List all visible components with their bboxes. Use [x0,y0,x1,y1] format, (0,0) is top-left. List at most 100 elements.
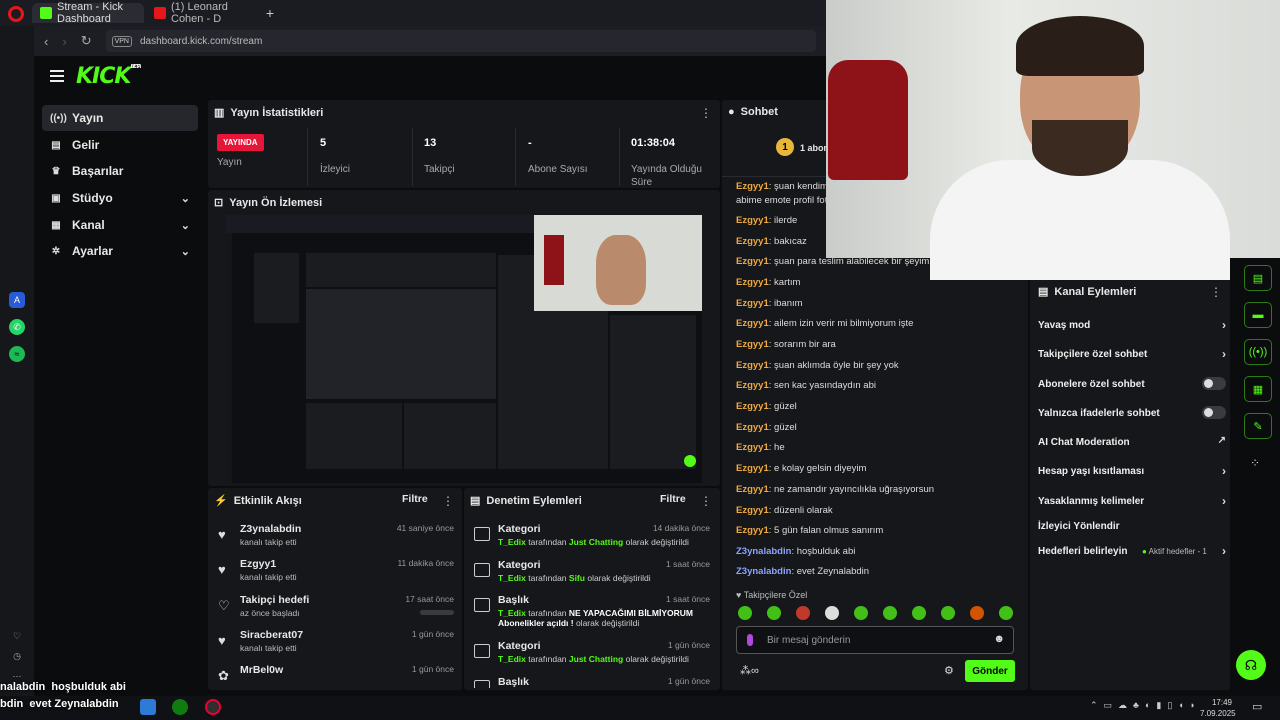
broadcast-icon[interactable]: ((•)) [1244,339,1272,365]
chat-username[interactable]: Ezgyy1 [736,298,769,309]
action-raid[interactable]: İzleyici Yönlendir [1038,521,1226,532]
emote-icon[interactable] [912,606,926,620]
emote-icon[interactable] [999,606,1013,620]
chat-username[interactable]: Ezgyy1 [736,181,769,192]
tab-youtube[interactable]: (1) Leonard Cohen - D [146,1,258,25]
chat-username[interactable]: Z3ynalabdin [736,546,791,557]
xbox-icon[interactable] [172,699,188,715]
chat-username[interactable]: Ezgyy1 [736,422,769,433]
chat-username[interactable]: Ezgyy1 [736,215,769,226]
nav-gelir[interactable]: ▤ Gelir [42,132,198,158]
chat-username[interactable]: Ezgyy1 [736,525,769,536]
vpn-badge[interactable]: VPN [111,35,132,47]
new-tab-icon[interactable]: + [262,5,278,21]
chat-username[interactable]: Ezgyy1 [736,256,769,267]
event-name[interactable]: Z3ynalabdin [240,523,301,535]
system-tray-icons[interactable]: ⌃▭☁♣◐▮▯◖◗ [1090,700,1201,711]
notification-icon[interactable]: ▭ [1252,700,1262,713]
tab-kick-dashboard[interactable]: Stream - Kick Dashboard [32,1,144,25]
chat-message-input[interactable]: Bir mesaj gönderin ☻ [736,626,1014,654]
chat-username[interactable]: Ezgyy1 [736,360,769,371]
emote-icon[interactable] [970,606,984,620]
reload-icon[interactable]: ↻ [81,33,92,49]
action-user[interactable]: T_Edix [498,608,526,618]
emote-icon[interactable] [854,606,868,620]
layout-icon[interactable]: ▦ [1244,376,1272,402]
chat-bubble-icon[interactable]: ▬ [1244,302,1272,328]
action-ai-moderation[interactable]: AI Chat Moderation ↗ [1038,435,1226,448]
clock-time: 17:49 [1211,698,1232,707]
emote-icon[interactable] [883,606,897,620]
event-name[interactable]: Takipçi hedefi [240,594,309,606]
emote-icon[interactable] [796,606,810,620]
nav-ayarlar[interactable]: ✲ Ayarlar ⌄ [42,238,198,264]
nav-kanal[interactable]: ▦ Kanal ⌄ [42,212,198,238]
emote-icon[interactable] [738,606,752,620]
more-options-icon[interactable]: ⋮ [700,494,712,508]
event-name[interactable]: Ezgyy1 [240,558,276,570]
panel-header: ▤ Kanal Eylemleri [1038,285,1136,299]
spotify-icon[interactable]: ≈ [9,346,25,362]
support-headset-icon[interactable]: ☊ [1236,650,1266,680]
apps-icon[interactable]: ⁘ [1250,456,1260,470]
chat-username[interactable]: Z3ynalabdin [736,566,791,577]
emote-icon[interactable] [941,606,955,620]
aria-icon[interactable]: A [9,292,25,308]
action-user[interactable]: T_Edix [498,573,526,583]
chat-username[interactable]: Ezgyy1 [736,505,769,516]
chat-username[interactable]: Ezgyy1 [736,442,769,453]
overlay-chat-line: bdin evet Zeynalabdin [0,698,119,710]
action-banned-words[interactable]: Yasaklanmış kelimeler › [1038,494,1226,508]
action-user[interactable]: T_Edix [498,654,526,664]
more-options-icon[interactable]: ⋮ [700,106,712,120]
nav-studyo[interactable]: ▣ Stüdyo ⌄ [42,185,198,211]
chat-username[interactable]: Ezgyy1 [736,463,769,474]
obs-icon[interactable] [205,699,221,715]
broadcast-icon: ((•)) [50,112,67,124]
action-user[interactable]: T_Edix [498,537,526,547]
back-icon[interactable]: ‹ [44,34,48,49]
wrench-icon[interactable]: ✎ [1244,413,1272,439]
chat-username[interactable]: Ezgyy1 [736,401,769,412]
preview-moderation [404,403,496,469]
notes-icon[interactable]: ▤ [1244,265,1272,291]
chat-username[interactable]: Ezgyy1 [736,236,769,247]
nav-basarilar[interactable]: ♛ Başarılar [42,158,198,184]
system-clock[interactable]: 17:49 7.09.2025 [1200,697,1236,719]
url-bar[interactable]: VPN dashboard.kick.com/stream [105,30,816,52]
hamburger-menu-icon[interactable] [50,70,64,82]
heart-icon[interactable]: ♡ [9,628,25,644]
emoji-icon[interactable]: ☻ [993,633,1005,645]
kick-logo[interactable]: KICKBETA [76,64,142,89]
chat-username[interactable]: Ezgyy1 [736,484,769,495]
chat-username[interactable]: Ezgyy1 [736,380,769,391]
app-taskbar-icon[interactable] [140,699,156,715]
chat-username[interactable]: Ezgyy1 [736,277,769,288]
subscribers-only-toggle[interactable] [1202,377,1226,390]
emote-icon[interactable] [825,606,839,620]
action-slow-mode[interactable]: Yavaş mod › [1038,318,1226,332]
more-options-icon[interactable]: ⋮ [1210,285,1222,299]
emotes-only-toggle[interactable] [1202,406,1226,419]
chat-settings-icon[interactable]: ⚙ [944,664,954,677]
event-name[interactable]: Siracberat07 [240,629,303,641]
chat-users-icon[interactable]: ⁂∞ [740,664,759,677]
opera-logo-icon[interactable] [8,6,24,22]
action-goals[interactable]: Hedefleri belirleyin ● Aktif hedefler - 1… [1038,544,1226,558]
send-button[interactable]: Gönder [965,660,1015,682]
stream-preview-video[interactable] [226,215,702,483]
event-name[interactable]: MrBel0w [240,664,283,676]
action-followers-only[interactable]: Takipçilere özel sohbet › [1038,347,1226,361]
chat-username[interactable]: Ezgyy1 [736,339,769,350]
emote-icon[interactable] [767,606,781,620]
nav-yayin[interactable]: ((•)) Yayın [42,105,198,131]
microphone-icon[interactable] [747,634,753,646]
history-icon[interactable]: ◷ [9,648,25,664]
feed-filter-button[interactable]: Filtre [402,493,428,505]
more-options-icon[interactable]: ⋮ [442,494,454,508]
forward-icon[interactable]: › [62,34,66,49]
action-account-age[interactable]: Hesap yaşı kısıtlaması › [1038,464,1226,478]
moderation-filter-button[interactable]: Filtre [660,493,686,505]
chat-username[interactable]: Ezgyy1 [736,318,769,329]
whatsapp-icon[interactable]: ✆ [9,319,25,335]
